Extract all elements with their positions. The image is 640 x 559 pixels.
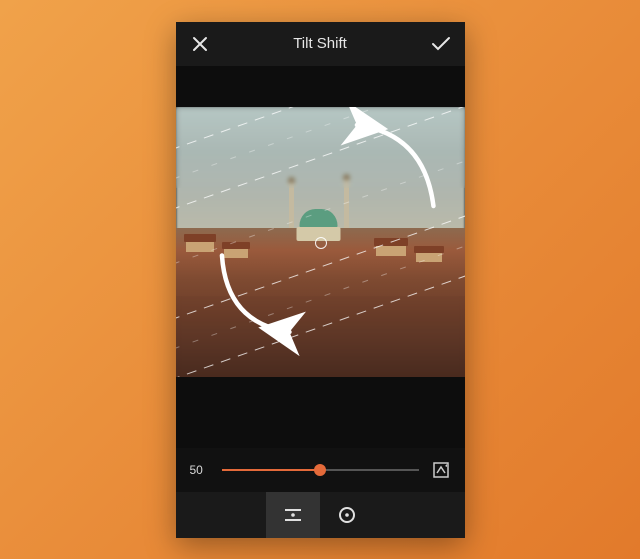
check-icon (431, 36, 451, 52)
radial-mode-icon (337, 505, 357, 525)
linear-mode-button[interactable] (266, 492, 320, 538)
linear-mode-icon (283, 505, 303, 525)
canvas-area[interactable] (176, 66, 465, 448)
slider-fill (222, 469, 321, 471)
focus-center-handle[interactable] (315, 237, 327, 249)
mode-row (176, 492, 465, 538)
editor-header: Tilt Shift (176, 22, 465, 66)
photo-tower (289, 183, 294, 228)
photo-preview[interactable] (176, 107, 465, 377)
rotate-icon (432, 461, 450, 479)
slider-value-label: 50 (190, 463, 210, 477)
blur-region-bottom (176, 296, 465, 377)
header-title: Tilt Shift (293, 35, 347, 52)
cancel-button[interactable] (188, 32, 212, 56)
rotate-button[interactable] (431, 460, 451, 480)
slider-thumb[interactable] (314, 464, 326, 476)
close-icon (192, 36, 208, 52)
confirm-button[interactable] (429, 32, 453, 56)
editor-screen: Tilt Shift (176, 22, 465, 538)
blur-region-top (176, 107, 465, 188)
radial-mode-button[interactable] (320, 492, 374, 538)
app-background: Tilt Shift (0, 0, 640, 559)
intensity-slider[interactable] (222, 460, 419, 480)
slider-row: 50 (176, 448, 465, 492)
